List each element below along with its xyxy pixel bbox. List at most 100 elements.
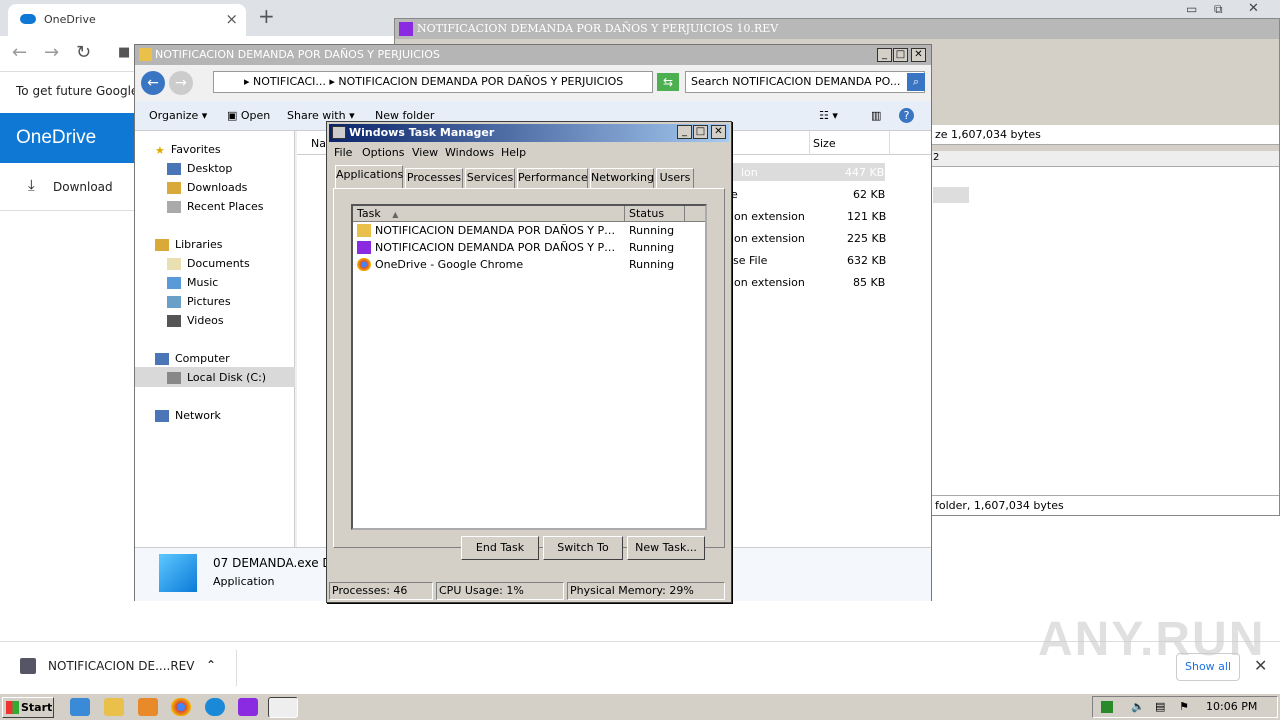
refresh-icon[interactable]: ⇆ [657,73,679,91]
new-tab-button[interactable]: + [258,4,275,28]
switch-to-button[interactable]: Switch To [543,536,623,560]
organize-button[interactable]: Organize ▾ [149,109,207,122]
end-task-button[interactable]: End Task [461,536,539,560]
tm-close-button[interactable]: ✕ [711,125,726,139]
nav-label: Documents [187,257,250,270]
archive-file-icon [20,658,36,674]
task-row[interactable]: NOTIFICACION DEMANDA POR DAÑOS Y PERJU..… [357,239,701,256]
menu-view[interactable]: View [412,146,438,159]
task-row[interactable]: OneDrive - Google Chrome Running [357,256,701,273]
menu-file[interactable]: File [334,146,352,159]
task-name: NOTIFICACION DEMANDA POR DAÑOS Y PERJU..… [375,241,621,254]
ie-icon[interactable] [70,698,90,716]
explorer-title[interactable]: NOTIFICACION DEMANDA POR DAÑOS Y PERJUIC… [135,45,931,65]
tab-title: OneDrive [44,13,96,26]
nav-downloads[interactable]: Downloads [167,181,247,194]
maximize-button[interactable]: □ [893,48,908,62]
open-button[interactable]: ▣ Open [227,109,270,122]
column-name[interactable]: Na [311,137,326,150]
reload-icon[interactable]: ↻ [76,42,91,63]
nav-pictures[interactable]: Pictures [167,295,231,308]
close-tab-icon[interactable]: × [225,10,238,28]
nav-favorites[interactable]: ★ Favorites [155,143,221,157]
minimize-window-icon[interactable]: ▭ [1186,2,1197,16]
task-manager-title[interactable]: Windows Task Manager [329,124,729,142]
tab-networking[interactable]: Networking [590,168,654,188]
tab-performance[interactable]: Performance [517,168,588,188]
start-label: Start [21,701,53,714]
download-button[interactable]: ⤓ Download [0,163,135,211]
menu-options[interactable]: Options [362,146,404,159]
start-button[interactable]: Start [2,697,54,718]
chrome-icon [357,258,371,271]
task-manager-window[interactable]: Windows Task Manager _ □ ✕ File Options … [326,121,732,603]
chrome-taskbar-icon[interactable] [171,698,191,716]
preview-pane-icon[interactable]: ▥ [871,109,881,122]
onedrive-cloud-icon [20,14,36,24]
explorer-icon[interactable] [104,698,124,716]
winrar-taskbar-icon[interactable] [238,698,258,716]
nav-documents[interactable]: Documents [167,257,250,270]
media-player-icon[interactable] [138,698,158,716]
tab-processes[interactable]: Processes [405,168,463,188]
search-icon[interactable]: ⌕ [907,73,925,91]
address-bar[interactable]: ▸ NOTIFICACI... ▸ NOTIFICACION DEMANDA P… [213,71,653,93]
new-task-button[interactable]: New Task... [627,536,705,560]
forward-arrow-icon[interactable]: → [44,42,59,63]
nav-network[interactable]: Network [155,409,221,422]
back-button-icon[interactable]: ← [141,71,165,95]
winrar-title[interactable]: NOTIFICACION DEMANDA POR DAÑOS Y PERJUIC… [395,19,1279,39]
volume-icon[interactable]: 🔈 [1131,700,1145,713]
task-list[interactable]: Task ▲ Status NOTIFICACION DEMANDA POR D… [351,204,707,530]
close-window-icon[interactable]: ✕ [1248,1,1259,16]
flag-icon[interactable]: ⚑ [1179,700,1189,713]
tray-status-icon[interactable] [1101,701,1113,713]
nav-local-disk[interactable]: Local Disk (C:) [135,367,295,387]
tab-users[interactable]: Users [656,168,694,188]
winrar-file-list[interactable] [931,167,1279,495]
nav-computer[interactable]: Computer [155,352,230,365]
search-input[interactable]: Search NOTIFICACION DEMANDA PO... [685,71,925,93]
forward-button-icon[interactable]: → [169,71,193,95]
nav-label: Desktop [187,162,233,175]
close-button[interactable]: ✕ [911,48,926,62]
nav-libraries[interactable]: Libraries [155,238,223,251]
recent-places-icon [167,201,181,213]
edge-icon[interactable] [205,698,225,716]
winrar-icon [399,22,413,36]
tm-maximize-button[interactable]: □ [693,125,708,139]
file-size: 121 KB [847,210,887,223]
winrar-selected-row[interactable] [933,187,969,203]
column-size[interactable]: Size [813,137,836,150]
lock-icon: ■ [118,45,131,60]
nav-videos[interactable]: Videos [167,314,224,327]
tm-minimize-button[interactable]: _ [677,125,692,139]
taskbar: Start 🔈 ▤ ⚑ [0,693,1280,720]
help-icon[interactable]: ? [899,108,914,123]
task-manager-status-bar: Processes: 46 CPU Usage: 1% Physical Mem… [329,582,729,602]
menu-help[interactable]: Help [501,146,526,159]
task-name: NOTIFICACION DEMANDA POR DAÑOS Y PERJU..… [375,224,621,237]
star-icon: ★ [155,144,165,157]
menu-windows[interactable]: Windows [445,146,494,159]
tab-applications[interactable]: Applications [335,165,403,188]
nav-music[interactable]: Music [167,276,218,289]
tab-services[interactable]: Services [465,168,515,188]
nav-desktop[interactable]: Desktop [167,162,232,175]
minimize-button[interactable]: _ [877,48,892,62]
network-tray-icon[interactable]: ▤ [1155,700,1165,713]
column-status[interactable]: Status [625,206,685,222]
nav-recent-places[interactable]: Recent Places [167,200,264,213]
task-row[interactable]: NOTIFICACION DEMANDA POR DAÑOS Y PERJU..… [357,222,701,239]
chevron-up-icon[interactable]: ⌃ [206,658,216,672]
download-icon: ⤓ [28,176,35,194]
back-arrow-icon[interactable]: ← [12,42,27,63]
view-options-icon[interactable]: ☷ ▾ [819,109,838,122]
download-item-name[interactable]: NOTIFICACION DE....REV [48,659,194,673]
file-size: 85 KB [853,276,886,289]
browser-tab[interactable]: OneDrive × [8,4,246,36]
task-list-header: Task ▲ Status [353,206,705,222]
task-manager-taskbar-button[interactable] [268,697,298,718]
column-task[interactable]: Task ▲ [353,206,625,222]
restore-window-icon[interactable]: ⧉ [1214,2,1223,17]
